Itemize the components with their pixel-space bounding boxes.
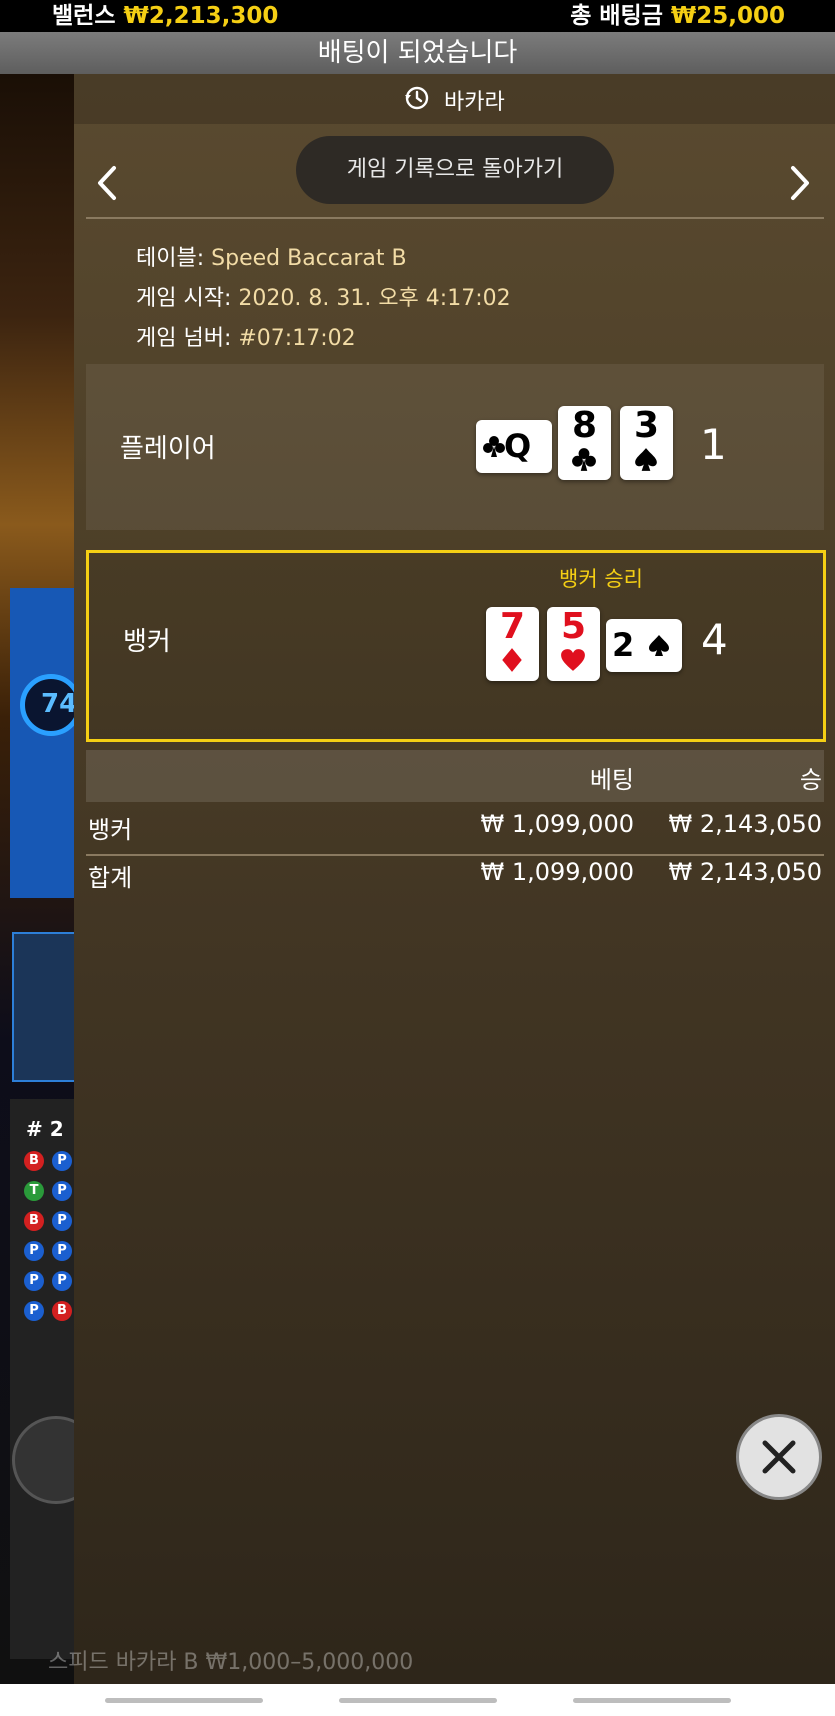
balance: 밸런스 ₩2,213,300 (52, 0, 278, 32)
history-icon (405, 86, 429, 110)
nav-home-button[interactable] (339, 1698, 497, 1703)
win-column-header: 승 (799, 766, 822, 794)
road-player-dot: P (52, 1241, 72, 1261)
road-player-dot: P (24, 1271, 44, 1291)
top-status-bar: 밸런스 ₩2,213,300 총 배팅금 ₩25,000 (0, 0, 835, 32)
win-amount: ₩ 2,143,050 (668, 810, 822, 838)
player-card-2: 8 (558, 406, 611, 480)
chevron-left-icon (98, 166, 116, 200)
background-timer-text: 74 (41, 689, 78, 719)
table-label: 테이블: (136, 246, 205, 271)
diamond-icon (502, 648, 522, 672)
club-icon (572, 448, 596, 471)
chevron-right-icon (791, 166, 809, 200)
road-banker-dot: B (24, 1151, 44, 1171)
spade-icon (635, 448, 657, 471)
banker-card-1: 7 (486, 607, 539, 681)
road-player-dot: P (52, 1211, 72, 1231)
table-row: 뱅커 ₩ 1,099,000 ₩ 2,143,050 (86, 804, 824, 848)
road-tie-dot: T (24, 1181, 44, 1201)
road-player-dot: P (52, 1271, 72, 1291)
total-bet-label: 총 배팅금 (570, 3, 663, 29)
balance-value: ₩2,213,300 (123, 3, 279, 29)
bet-amount: ₩ 1,099,000 (480, 810, 634, 838)
table-value: Speed Baccarat B (211, 246, 407, 271)
table-info: 테이블: Speed Baccarat B (136, 240, 407, 272)
bet-placed-banner: 배팅이 되었습니다 (0, 32, 835, 74)
nav-recents-button[interactable] (105, 1698, 263, 1703)
game-number-label: 게임 넘버: (136, 326, 232, 351)
back-to-game-history-button[interactable]: 게임 기록으로 돌아가기 (296, 136, 614, 204)
panel-title: 바카라 (444, 90, 505, 115)
table-caption: 스피드 바카라 B ₩1,000–5,000,000 (48, 1650, 414, 1675)
game-number-info: 게임 넘버: #07:17:02 (136, 320, 356, 352)
banker-card-3: 2 (606, 619, 682, 672)
road-banker-dot: B (24, 1211, 44, 1231)
road-player-dot: P (24, 1301, 44, 1321)
total-bet-amount: ₩ 1,099,000 (480, 858, 634, 886)
heart-icon (561, 649, 585, 671)
bet-column-header: 베팅 (589, 766, 634, 794)
game-history-panel: 바카라 게임 기록으로 돌아가기 테이블: Speed Baccarat B 게… (48, 74, 835, 1684)
road-player-dot: P (52, 1151, 72, 1171)
player-total: 1 (700, 420, 727, 469)
background-timer: 74 (20, 674, 80, 736)
banker-total: 4 (701, 615, 728, 664)
total-label: 합계 (88, 864, 133, 892)
card-rank: 7 (499, 606, 526, 647)
player-card-3: 3 (620, 406, 673, 480)
player-hand-row: 플레이어 Q 8 3 1 (86, 364, 824, 530)
card-rank: 2 (612, 626, 635, 664)
card-rank: 3 (633, 405, 660, 446)
roadmap-header: # 2 (26, 1117, 64, 1141)
balance-label: 밸런스 (52, 3, 116, 29)
background-roadmap: # 2 B P T P B P P P P P P B (10, 1099, 80, 1659)
bet-type: 뱅커 (88, 816, 133, 844)
club-icon (483, 436, 505, 457)
next-round-button[interactable] (777, 156, 821, 210)
banker-win-label: 뱅커 승리 (559, 567, 643, 591)
previous-round-button[interactable] (86, 156, 130, 210)
road-banker-dot: B (52, 1301, 72, 1321)
banker-hand-row: 뱅커 승리 뱅커 7 5 2 4 (86, 550, 826, 742)
background-bet-spot-2 (12, 932, 80, 1082)
card-rank: Q (504, 427, 532, 465)
divider (86, 217, 824, 219)
system-nav-bar (0, 1684, 835, 1716)
bets-table-header: 베팅 승 (86, 750, 824, 802)
game-start-label: 게임 시작: (136, 286, 232, 311)
game-start-info: 게임 시작: 2020. 8. 31. 오후 4:17:02 (136, 280, 511, 312)
road-player-dot: P (24, 1241, 44, 1261)
total-win-amount: ₩ 2,143,050 (668, 858, 822, 886)
total-bet-value: ₩25,000 (670, 3, 785, 29)
close-icon (762, 1440, 796, 1474)
close-button[interactable] (736, 1414, 822, 1500)
game-start-value: 2020. 8. 31. 오후 4:17:02 (238, 286, 511, 311)
table-row-total: 합계 ₩ 1,099,000 ₩ 2,143,050 (86, 852, 824, 896)
player-label: 플레이어 (120, 434, 216, 464)
road-player-dot: P (52, 1181, 72, 1201)
panel-header: 바카라 (74, 74, 835, 124)
nav-back-button[interactable] (573, 1698, 731, 1703)
total-bet: 총 배팅금 ₩25,000 (570, 0, 785, 32)
player-card-1: Q (476, 420, 552, 473)
spade-icon (649, 635, 669, 656)
background-bet-spot (10, 588, 80, 898)
banker-label: 뱅커 (123, 627, 171, 657)
card-rank: 5 (560, 606, 587, 647)
banker-card-2: 5 (547, 607, 600, 681)
game-number-value: #07:17:02 (238, 326, 356, 351)
card-rank: 8 (571, 405, 598, 446)
